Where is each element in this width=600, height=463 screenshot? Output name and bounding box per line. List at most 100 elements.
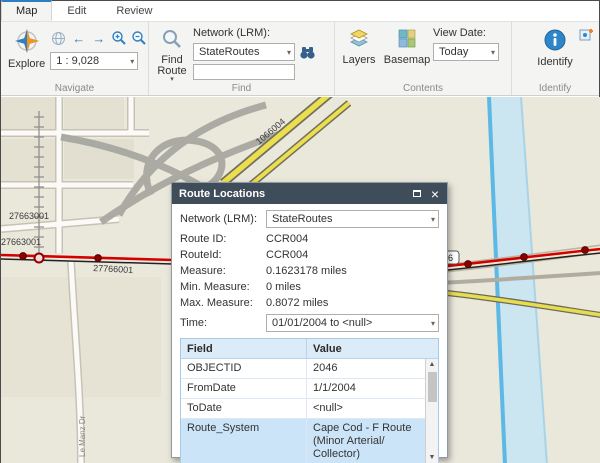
cell-field: FromDate	[181, 379, 307, 398]
map-label-route-id: 27663001	[1, 237, 41, 247]
cell-value: 2046	[313, 362, 338, 374]
layers-button[interactable]: Layers	[337, 24, 381, 81]
tab-review[interactable]: Review	[101, 1, 167, 21]
attribute-table: Field Value OBJECTID 2046 FromDate 1/1/2…	[180, 338, 439, 463]
max-measure-value: 0.8072 miles	[266, 297, 329, 309]
identify-button[interactable]: Identify	[530, 24, 580, 81]
map-label-route-id: 27663001	[9, 211, 49, 221]
group-find: Find Route ▾ Network (LRM): StateRoutes …	[149, 22, 335, 95]
table-scrollbar[interactable]: ▲ ▼	[425, 359, 438, 463]
chevron-down-icon: ▾	[286, 47, 291, 57]
cell-value: 1/1/2004	[313, 382, 356, 394]
contents-group-label: Contents	[402, 83, 444, 94]
find-route-label: Find Route	[157, 54, 187, 77]
table-row[interactable]: OBJECTID 2046	[181, 359, 438, 379]
basemap-label: Basemap	[383, 54, 431, 66]
panel-network-value: StateRoutes	[272, 213, 333, 225]
panel-header[interactable]: Route Locations ×	[172, 183, 447, 204]
attribute-table-header: Field Value	[181, 339, 438, 359]
close-icon: ×	[430, 185, 440, 202]
zoom-in-icon[interactable]	[110, 30, 127, 47]
map-scale-value: 1 : 9,028	[56, 55, 100, 67]
time-dropdown[interactable]: 01/01/2004 to <null> ▾	[266, 314, 439, 332]
tab-edit[interactable]: Edit	[52, 1, 101, 21]
map-label-route-id: 27766001	[93, 263, 134, 275]
identify-route-tool-icon[interactable]	[579, 25, 595, 44]
network-lrm-value: StateRoutes	[199, 46, 260, 58]
cell-field: Route_System	[181, 419, 307, 463]
basemap-button[interactable]: Basemap	[381, 24, 433, 81]
find-route-button[interactable]: Find Route ▾	[151, 24, 193, 83]
cell-value: <null>	[313, 402, 343, 414]
layers-label: Layers	[342, 54, 376, 66]
min-measure-label: Min. Measure:	[180, 281, 250, 293]
panel-network-dropdown[interactable]: StateRoutes ▾	[266, 210, 439, 228]
cell-field: OBJECTID	[181, 359, 307, 378]
route-id-value: CCR004	[266, 233, 309, 245]
scroll-up-icon[interactable]: ▲	[429, 359, 436, 371]
basemap-icon	[397, 28, 417, 53]
explore-compass-icon	[14, 28, 40, 57]
layers-icon	[349, 28, 369, 53]
chevron-down-icon: ▾	[430, 214, 435, 224]
back-arrow-button[interactable]: ←	[70, 30, 87, 47]
route-start-marker[interactable]	[33, 252, 45, 264]
routeid-value: CCR004	[266, 249, 309, 261]
ribbon: Explore ← → 1: 9,028 ▾ Navigate Find Ro…	[1, 22, 599, 96]
network-lrm-dropdown[interactable]: StateRoutes ▾	[193, 43, 295, 61]
panel-title: Route Locations	[179, 187, 266, 200]
explore-button[interactable]: Explore	[3, 24, 50, 81]
identify-info-icon	[543, 28, 567, 55]
explore-label: Explore	[8, 58, 46, 70]
field-column-header: Field	[181, 339, 307, 358]
route-id-label: Route ID:	[180, 233, 227, 245]
network-lrm-field-label: Network (LRM):	[180, 213, 258, 225]
identify-group-label: Identify	[538, 83, 572, 94]
find-group-label: Find	[231, 83, 252, 94]
routeid-label: RouteId:	[180, 249, 222, 261]
scroll-down-icon[interactable]: ▼	[429, 452, 436, 463]
view-date-label: View Date:	[433, 27, 486, 39]
chevron-down-icon: ▾	[490, 47, 495, 57]
zoom-out-icon[interactable]	[130, 30, 147, 47]
cell-field: ToDate	[181, 399, 307, 418]
chevron-down-icon: ▾	[430, 318, 435, 328]
measure-value: 0.1623178 miles	[266, 265, 347, 277]
panel-body: Network (LRM): StateRoutes ▾ Route ID: C…	[172, 204, 447, 463]
navigate-group-label: Navigate	[54, 83, 95, 94]
chevron-down-icon: ▾	[130, 56, 135, 66]
find-route-text-input[interactable]	[193, 64, 295, 80]
identify-label: Identify	[537, 56, 573, 68]
map-canvas[interactable]: 6 27663001 27663001 27766001 1066004 Le …	[1, 97, 600, 463]
min-measure-value: 0 miles	[266, 281, 301, 293]
magnifier-icon	[161, 28, 183, 53]
scrollbar-thumb[interactable]	[427, 372, 437, 402]
max-measure-label: Max. Measure:	[180, 297, 253, 309]
table-row-selected[interactable]: Route_System Cape Cod - F Route (Minor A…	[181, 419, 438, 463]
map-scale-combobox[interactable]: 1 : 9,028 ▾	[50, 52, 139, 70]
app-window: { "ribbon": { "tabs": [ { "label": "Map"…	[0, 0, 600, 463]
cell-value: Cape Cod - F Route (Minor Arterial/ Coll…	[313, 422, 412, 460]
time-value: 01/01/2004 to <null>	[272, 317, 373, 329]
map-label-street-name: Le Manz Dr	[78, 415, 87, 457]
time-field-label: Time:	[180, 317, 208, 329]
view-date-value: Today	[439, 46, 469, 58]
close-button[interactable]: ×	[427, 186, 443, 202]
measure-label: Measure:	[180, 265, 226, 277]
maximize-button[interactable]	[409, 186, 425, 202]
table-row[interactable]: FromDate 1/1/2004	[181, 379, 438, 399]
binoculars-icon[interactable]	[299, 44, 316, 61]
route-locations-panel: Route Locations × Network (LRM): StateRo…	[171, 182, 448, 463]
ribbon-tab-bar: Map Edit Review	[1, 0, 599, 22]
forward-arrow-button[interactable]: →	[90, 30, 107, 47]
group-contents: Layers Basemap View Date: Today ▾ Conten…	[335, 22, 512, 95]
route-shield-number: 6	[448, 253, 453, 263]
table-row[interactable]: ToDate <null>	[181, 399, 438, 419]
group-identify: Identify Identify	[512, 22, 598, 95]
globe-icon[interactable]	[50, 30, 67, 47]
view-date-dropdown[interactable]: Today ▾	[433, 43, 499, 61]
tab-map[interactable]: Map	[1, 0, 53, 21]
maximize-icon	[413, 190, 421, 197]
network-lrm-label: Network (LRM):	[193, 27, 271, 39]
group-navigate: Explore ← → 1: 9,028 ▾ Navigate	[1, 22, 149, 95]
